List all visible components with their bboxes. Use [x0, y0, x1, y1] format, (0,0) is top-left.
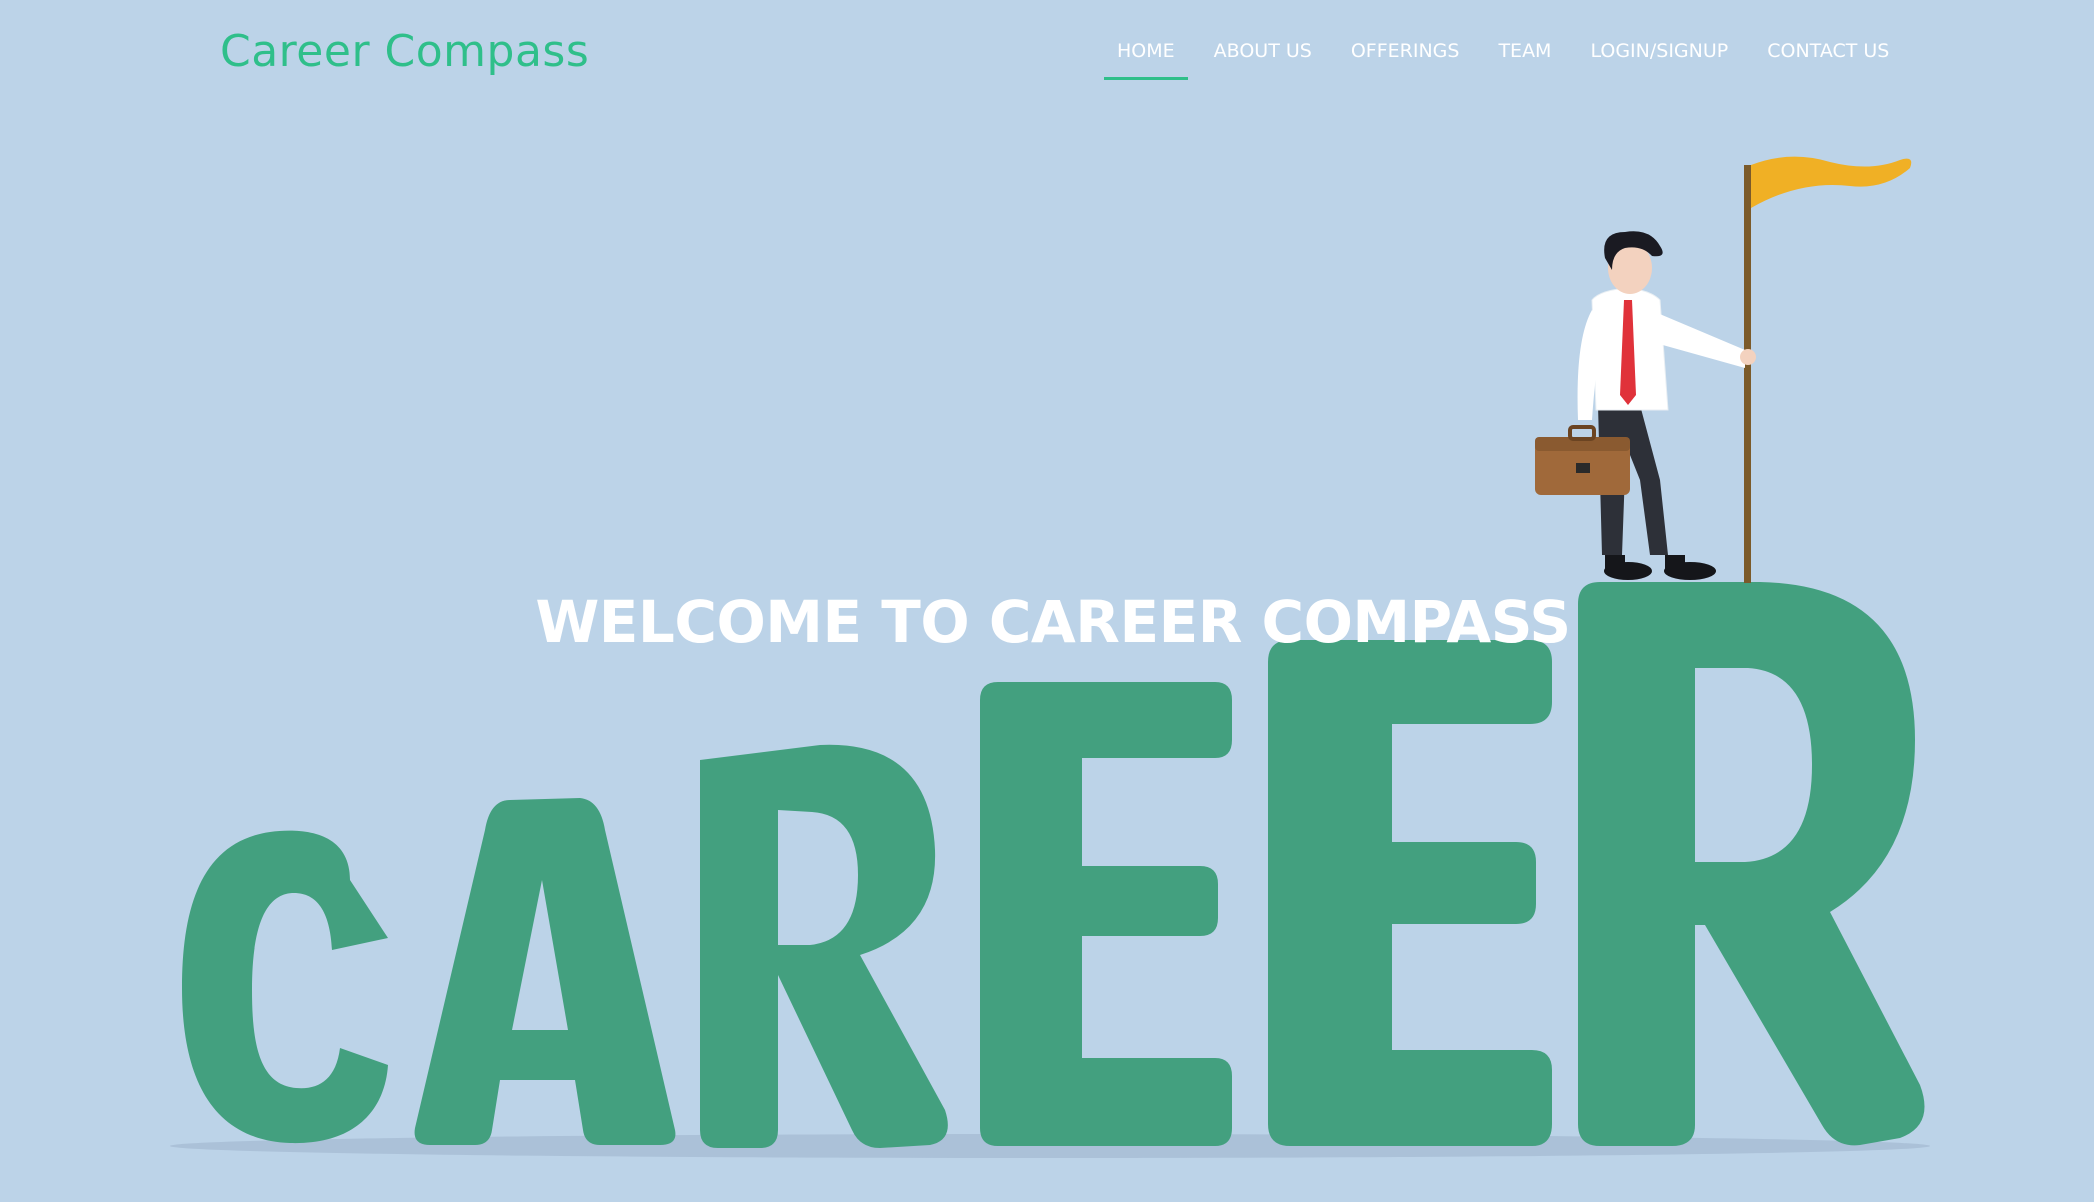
letter-c	[182, 830, 388, 1144]
letter-r-1	[700, 744, 948, 1148]
letter-a	[414, 798, 676, 1145]
site-header: Career Compass HOME ABOUT US OFFERINGS T…	[0, 0, 2094, 110]
nav-contact-us[interactable]: CONTACT US	[1754, 36, 1902, 80]
letter-e-2	[1268, 640, 1552, 1146]
letter-r-2	[1578, 582, 1925, 1146]
letter-e-1	[980, 682, 1232, 1146]
flag-icon	[1744, 156, 1912, 583]
main-nav: HOME ABOUT US OFFERINGS TEAM LOGIN/SIGNU…	[1104, 36, 1915, 80]
nav-offerings[interactable]: OFFERINGS	[1338, 36, 1473, 80]
nav-home[interactable]: HOME	[1104, 36, 1188, 80]
businessman-illustration	[1535, 231, 1756, 580]
nav-team[interactable]: TEAM	[1485, 36, 1564, 80]
brand-logo[interactable]: Career Compass	[220, 26, 589, 77]
nav-login-signup[interactable]: LOGIN/SIGNUP	[1577, 36, 1741, 80]
hero-headline: WELCOME TO CAREER COMPASS	[535, 588, 1571, 656]
page: Career Compass HOME ABOUT US OFFERINGS T…	[0, 0, 2094, 1202]
nav-about-us[interactable]: ABOUT US	[1201, 36, 1325, 80]
